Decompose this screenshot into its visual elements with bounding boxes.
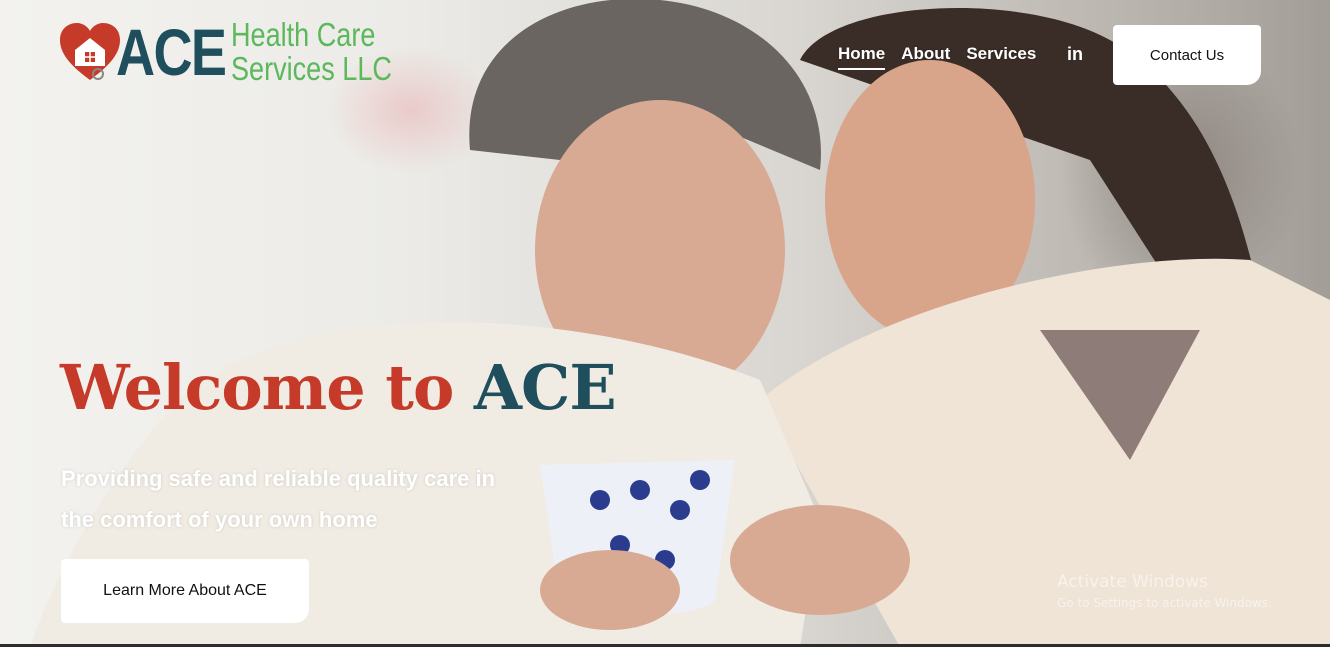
hero-title-welcome: Welcome to [60, 351, 454, 424]
mug-pattern-2 [630, 480, 650, 500]
heart-house-icon [58, 20, 120, 84]
hand-right-shape [730, 505, 910, 615]
logo-line-2: Services LLC [231, 50, 392, 87]
logo-ace-text: ACE [116, 15, 227, 89]
mug-pattern-3 [670, 500, 690, 520]
hero-title-ace: ACE [473, 351, 617, 424]
hero-tagline-line1: Providing safe and reliable quality care… [61, 466, 496, 491]
nav-about[interactable]: About [901, 44, 950, 68]
nav-services[interactable]: Services [966, 44, 1036, 68]
hero-tagline-line2: the comfort of your own home [61, 507, 378, 532]
logo-line-1: Health Care [231, 16, 376, 53]
nav-home[interactable]: Home [838, 44, 886, 70]
logo-company-name: Health Care Services LLC [231, 18, 392, 86]
hero-photo [30, 0, 1330, 647]
learn-more-button[interactable]: Learn More About ACE [61, 559, 309, 623]
main-nav: Home About Services [838, 44, 1052, 70]
mug-pattern-6 [690, 470, 710, 490]
watermark-title: Activate Windows [1057, 572, 1208, 592]
hero-title: Welcome to ACE [60, 348, 617, 428]
contact-us-button[interactable]: Contact Us [1113, 25, 1261, 85]
activate-windows-watermark: Activate Windows Go to Settings to activ… [1057, 572, 1272, 610]
hero-section: ACE Health Care Services LLC Home About … [0, 0, 1330, 647]
hero-tagline: Providing safe and reliable quality care… [61, 458, 561, 540]
watermark-subtitle: Go to Settings to activate Windows. [1057, 596, 1272, 610]
brand-logo[interactable]: ACE Health Care Services LLC [58, 18, 427, 86]
mug-pattern-1 [590, 490, 610, 510]
hand-left-shape [540, 550, 680, 630]
linkedin-icon[interactable]: in [1067, 44, 1083, 65]
